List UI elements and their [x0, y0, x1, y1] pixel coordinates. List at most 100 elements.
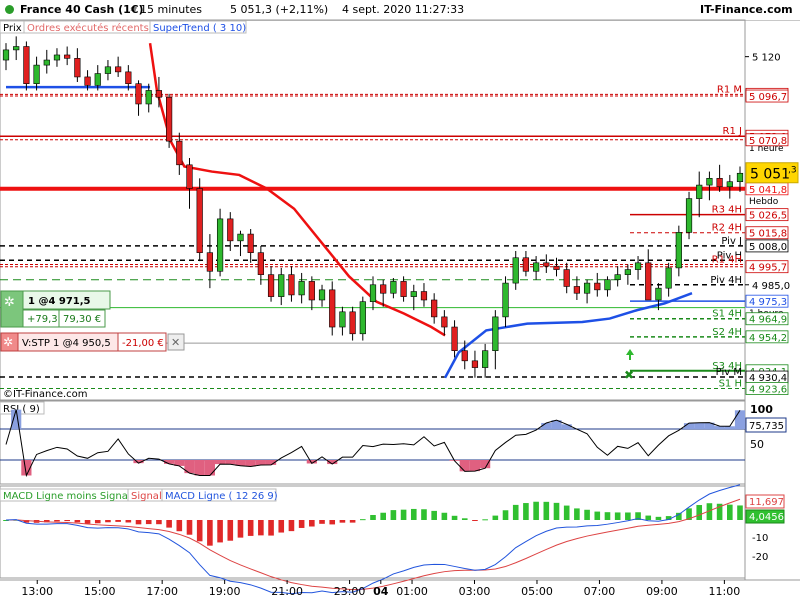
rsi-panel: RSI ( 9) 100 50 75,735	[0, 401, 787, 478]
macd-value: 11,697	[749, 497, 784, 508]
rsi-panel-frame	[0, 400, 746, 485]
last-price-marker: 5 051 ,3	[745, 162, 799, 184]
stop-order-widget[interactable]: ✲ V:STP 1 @4 950,5 -21,00 € ✕	[0, 332, 185, 352]
candle-body	[706, 178, 713, 186]
macd-hist-bar	[64, 520, 70, 522]
rsi-value: 75,735	[749, 421, 784, 432]
level-label: 4 954,2	[749, 333, 787, 344]
x-tick-label: 03:00	[459, 585, 491, 598]
macd-hist-bar	[115, 520, 121, 522]
x-tick-label: 09:00	[646, 585, 678, 598]
candle-body	[145, 90, 152, 105]
macd-hist-bar	[145, 520, 152, 525]
rsi-line	[5, 409, 741, 478]
candle-body	[594, 282, 601, 291]
macd-hist-bar	[166, 520, 172, 528]
macd-hist-bar	[268, 520, 274, 536]
macd-hist-bar	[451, 515, 458, 520]
y-tick-label: 4 985,0	[752, 281, 790, 292]
buy-order-label[interactable]: 1 @4 971,5	[28, 296, 91, 307]
candle-body	[186, 164, 193, 189]
macd-hist-bar	[339, 520, 346, 523]
candle-body	[655, 287, 662, 301]
x-tick-label: 05:00	[521, 585, 553, 598]
level-name: R1 J	[723, 126, 742, 137]
x-tick-label: 11:00	[709, 585, 741, 598]
buy-order-widget[interactable]: ✲ 1 @4 971,5 +79,3 79,30 €	[0, 290, 111, 328]
macd-hist-bar	[604, 512, 611, 520]
stop-order-label[interactable]: V:STP 1 @4 950,5	[22, 338, 111, 349]
macd-hist-bar	[390, 510, 397, 520]
candle-body	[155, 90, 163, 98]
candle-body	[125, 71, 132, 84]
time-axis: 13:00 15:00 17:00 19:00 21:00 23:00 04 01:00 03:…	[21, 580, 740, 598]
candle-body	[53, 54, 61, 61]
macd-signal-title[interactable]: Signal	[131, 491, 162, 502]
macd-hist-bar	[258, 520, 264, 536]
macd-hist-bar	[380, 512, 386, 520]
candle-body	[43, 59, 50, 66]
level-name: S1 H	[719, 379, 742, 390]
macd-hist-bar	[400, 509, 407, 520]
macd-hist-bar	[614, 512, 621, 520]
level-name: Piv J	[721, 236, 742, 247]
macd-hist-bar	[574, 508, 580, 520]
gear-icon[interactable]: ✲	[3, 335, 13, 349]
arrow-up-icon	[626, 349, 634, 360]
level-name: S1 4H	[712, 309, 742, 320]
x-tick-label: 15:00	[84, 585, 116, 598]
candle-body	[359, 301, 366, 335]
macd-hist-bar	[553, 502, 560, 520]
rsi-title[interactable]: RSI ( 9)	[3, 404, 40, 415]
last-price-decimals: ,3	[788, 166, 797, 176]
candle-body	[522, 257, 530, 272]
macd-line-title[interactable]: MACD Ligne ( 12 26 9)	[165, 491, 278, 502]
rsi-scale-50: 50	[750, 438, 764, 451]
candle-body	[74, 58, 81, 78]
macd-hist-bar	[156, 520, 162, 525]
level-name: Piv 4H	[710, 275, 742, 286]
macd-hist-bar	[74, 520, 81, 523]
candle-body	[64, 54, 71, 59]
level-name: R2 4H	[712, 223, 742, 234]
macd-hist-bar	[329, 520, 336, 525]
macd-hist-bar	[696, 505, 703, 520]
stop-order-eur: -21,00 €	[122, 338, 164, 349]
candle-body	[563, 269, 570, 287]
buy-order-eur: 79,30 €	[63, 314, 101, 325]
candle-body	[471, 360, 479, 368]
level-label: 4 923,6	[749, 385, 787, 396]
gear-icon[interactable]: ✲	[4, 295, 15, 310]
legend-supertrend[interactable]: SuperTrend ( 3 10)	[153, 23, 246, 34]
candle-body	[461, 350, 468, 362]
candle-body	[553, 265, 560, 270]
candle-body	[216, 218, 224, 272]
candle-body	[665, 267, 672, 289]
x-tick-label: 04	[373, 585, 389, 598]
candle-body	[84, 76, 91, 86]
candle-body	[206, 252, 213, 272]
macd-hist-bar	[584, 509, 590, 520]
candle-body	[675, 232, 682, 269]
candle-body	[420, 291, 428, 301]
trading-chart[interactable]: Prix Ordres exécutés récents SuperTrend …	[0, 0, 800, 600]
macd-panel: MACD Ligne moins Signal Signal MACD Lign…	[0, 484, 785, 595]
level-label: 5 008,0	[749, 242, 787, 253]
close-icon[interactable]: ✕	[171, 336, 180, 349]
macd-hist-bar	[196, 520, 203, 542]
candle-body	[583, 282, 591, 294]
legend-ordres[interactable]: Ordres exécutés récents	[27, 22, 149, 34]
macd-hist-bar	[410, 508, 417, 520]
candle-body	[196, 188, 203, 253]
candle-body	[227, 218, 234, 242]
macd-hist-bar	[492, 515, 499, 520]
macd-hist-bar	[727, 504, 733, 520]
candle-body	[696, 184, 703, 199]
rsi-scale-100: 100	[750, 403, 773, 416]
macd-hist-bar	[227, 520, 234, 541]
macd-hist-bar	[431, 510, 437, 520]
candle-body	[329, 289, 336, 328]
macd-hist-title[interactable]: MACD Ligne moins Signal	[3, 491, 131, 502]
legend-prix[interactable]: Prix	[3, 23, 22, 34]
macd-hist-bar	[135, 520, 142, 525]
